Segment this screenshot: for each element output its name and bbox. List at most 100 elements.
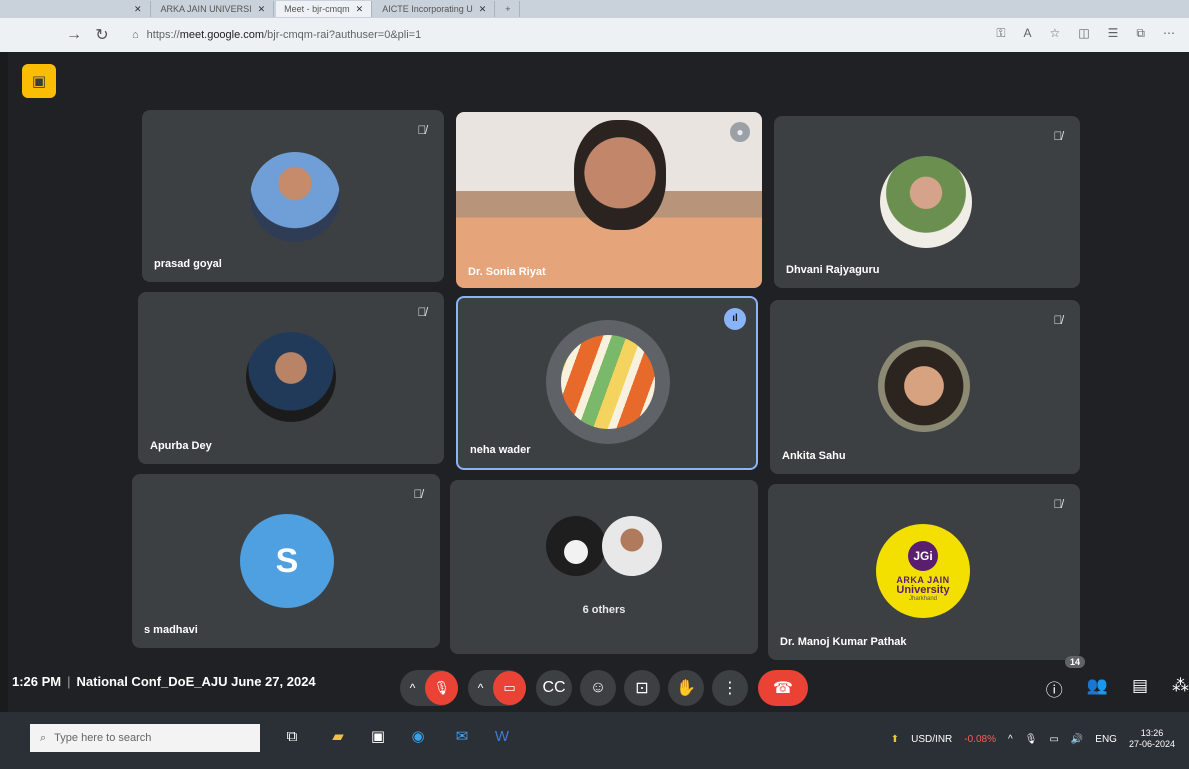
mail-icon[interactable]: ✉	[450, 726, 474, 748]
tab-label: ARKA JAIN UNIVERSI	[160, 4, 252, 14]
browser-tab[interactable]: ARKA JAIN UNIVERSI ✕	[153, 1, 275, 17]
favorite-icon[interactable]: ☆	[1050, 26, 1061, 41]
favorites-list-icon[interactable]: ☰	[1108, 26, 1119, 41]
home-icon[interactable]: ⌂	[132, 29, 139, 41]
participant-name: Apurba Dey	[150, 440, 212, 452]
others-tile[interactable]: 6 others	[450, 480, 758, 654]
forward-icon[interactable]: →	[60, 26, 88, 44]
close-icon[interactable]: ✕	[356, 1, 364, 17]
taskbar-search[interactable]: ⌕ Type here to search	[30, 724, 260, 752]
raise-hand-button[interactable]: ✋	[668, 670, 704, 706]
participant-name: Dr. Sonia Riyat	[468, 266, 546, 278]
mic-off-icon[interactable]: 🎙	[425, 671, 458, 705]
end-call-button[interactable]: ☎	[758, 670, 808, 706]
participant-name: s madhavi	[144, 624, 198, 636]
participant-name: Dhvani Rajyaguru	[786, 264, 880, 276]
network-icon[interactable]: ▭	[1049, 734, 1058, 745]
participant-tile[interactable]: 🎙̸ Dhvani Rajyaguru	[774, 116, 1080, 288]
clock-time: 13:26	[1140, 728, 1164, 738]
participant-tile[interactable]: JGi ARKA JAIN University Jharkhand 🎙̸ Dr…	[768, 484, 1080, 660]
camera-off-icon[interactable]: ▭	[493, 671, 526, 705]
store-icon[interactable]: ▣	[366, 726, 390, 748]
ticker-change: -0.08%	[964, 733, 996, 745]
emoji-icon: ☺	[589, 679, 607, 696]
meeting-info: 1:26 PM | National Conf_DoE_AJU June 27, 2…	[12, 674, 316, 689]
mic-tray-icon[interactable]: 🎙	[1025, 734, 1038, 745]
mic-off-icon: 🎙̸	[417, 123, 427, 137]
participant-tile[interactable]: 🎙̸ Ankita Sahu	[770, 300, 1080, 474]
camera-off-icon[interactable]: ▣	[22, 64, 56, 98]
participant-name: Ankita Sahu	[782, 450, 846, 462]
camera-control[interactable]: ^ ▭	[468, 670, 526, 706]
language-indicator[interactable]: ENG	[1095, 734, 1117, 745]
info-icon[interactable]: ⓘ	[1046, 676, 1063, 701]
chevron-up-icon[interactable]: ^	[468, 681, 493, 695]
avatar	[246, 332, 336, 422]
ticker-label[interactable]: USD/INR	[911, 734, 952, 745]
chevron-up-icon[interactable]: ^	[400, 681, 425, 695]
meeting-title: National Conf_DoE_AJU June 27, 2024	[76, 674, 316, 689]
read-aloud-icon[interactable]: A	[1024, 26, 1032, 41]
file-explorer-icon[interactable]: ▰	[326, 726, 350, 748]
reload-icon[interactable]: ↻	[88, 25, 116, 45]
ticker-icon: ⬆	[890, 733, 900, 745]
fish-avatar	[561, 335, 655, 429]
activities-icon[interactable]: ⁂	[1172, 676, 1189, 701]
url-domain: meet.google.com	[179, 29, 265, 41]
hand-icon: ✋	[676, 680, 696, 697]
url-field[interactable]: ⌂ https://meet.google.com/bjr-cmqm-rai?a…	[132, 29, 421, 41]
logo-line1: ARKA JAIN	[896, 574, 950, 585]
people-count-badge: 14	[1064, 656, 1085, 668]
mic-off-icon: 🎙̸	[413, 487, 423, 501]
browser-tab[interactable]: ✕	[120, 1, 151, 17]
tray-expand-icon[interactable]: ^	[1008, 734, 1013, 745]
browser-tab[interactable]: AICTE Incorporating U ✕	[374, 1, 496, 17]
close-icon[interactable]: ✕	[479, 1, 487, 17]
new-tab-button[interactable]: +	[497, 1, 520, 17]
collections-icon[interactable]: ⧉	[1136, 26, 1145, 41]
close-icon[interactable]: ✕	[258, 1, 266, 17]
avatar	[880, 156, 972, 248]
mic-off-icon: 🎙̸	[1053, 129, 1063, 143]
captions-button[interactable]: CC	[536, 670, 572, 706]
meeting-time: 1:26 PM	[12, 674, 62, 689]
split-screen-icon[interactable]: ◫	[1078, 26, 1089, 41]
mic-control[interactable]: ^ 🎙	[400, 670, 458, 706]
avatar-ring	[546, 320, 670, 444]
search-icon: ⌕	[40, 731, 47, 744]
tab-label: AICTE Incorporating U	[382, 4, 473, 14]
participant-tile[interactable]: 🎙̸ Apurba Dey	[138, 292, 444, 464]
participant-tile[interactable]: S 🎙̸ s madhavi	[132, 474, 440, 648]
browser-tab-active[interactable]: Meet - bjr-cmqm ✕	[276, 1, 373, 17]
logo-line2: University	[896, 583, 950, 596]
participant-tile-speaking[interactable]: ıl neha wader	[456, 296, 758, 470]
reactions-button[interactable]: ☺	[580, 670, 616, 706]
more-options-button[interactable]: ⋮	[712, 670, 748, 706]
task-view-icon[interactable]: ⧉	[280, 726, 304, 748]
chat-icon[interactable]: ▤	[1132, 676, 1148, 701]
url-path: /bjr-cmqm-rai?authuser=0&pli=1	[264, 29, 422, 41]
close-icon[interactable]: ✕	[134, 1, 142, 17]
participant-tile[interactable]: 🎙̸ prasad goyal	[142, 110, 444, 282]
mic-icon: ●	[730, 122, 750, 142]
speaking-indicator-icon: ıl	[724, 308, 746, 330]
more-icon[interactable]: ⋯	[1163, 26, 1175, 41]
browser-tab-strip: ✕ ARKA JAIN UNIVERSI ✕ Meet - bjr-cmqm ✕ A…	[0, 0, 1189, 18]
avatar	[602, 516, 662, 576]
present-button[interactable]: ⊡	[624, 670, 660, 706]
edge-browser-icon[interactable]: ◉	[406, 726, 430, 748]
participant-video-tile[interactable]: ● Dr. Sonia Riyat	[456, 112, 762, 288]
captions-icon: CC	[542, 679, 566, 696]
word-icon[interactable]: W	[490, 726, 514, 748]
participant-name: neha wader	[470, 444, 531, 456]
logo-mark: JGi	[908, 540, 938, 571]
system-tray: ⬆ USD/INR -0.08% ^ 🎙 ▭ 🔊 ENG 13:26 27-06…	[891, 728, 1175, 750]
search-placeholder: Type here to search	[54, 732, 152, 744]
participant-name: Dr. Manoj Kumar Pathak	[780, 636, 907, 648]
mic-off-icon: 🎙̸	[1053, 497, 1063, 511]
hang-up-icon: ☎	[773, 680, 793, 697]
system-clock[interactable]: 13:26 27-06-2024	[1129, 728, 1175, 750]
key-icon[interactable]: ⚿	[996, 26, 1005, 41]
people-icon[interactable]: 👥	[1087, 676, 1108, 701]
volume-icon[interactable]: 🔊	[1071, 734, 1083, 745]
